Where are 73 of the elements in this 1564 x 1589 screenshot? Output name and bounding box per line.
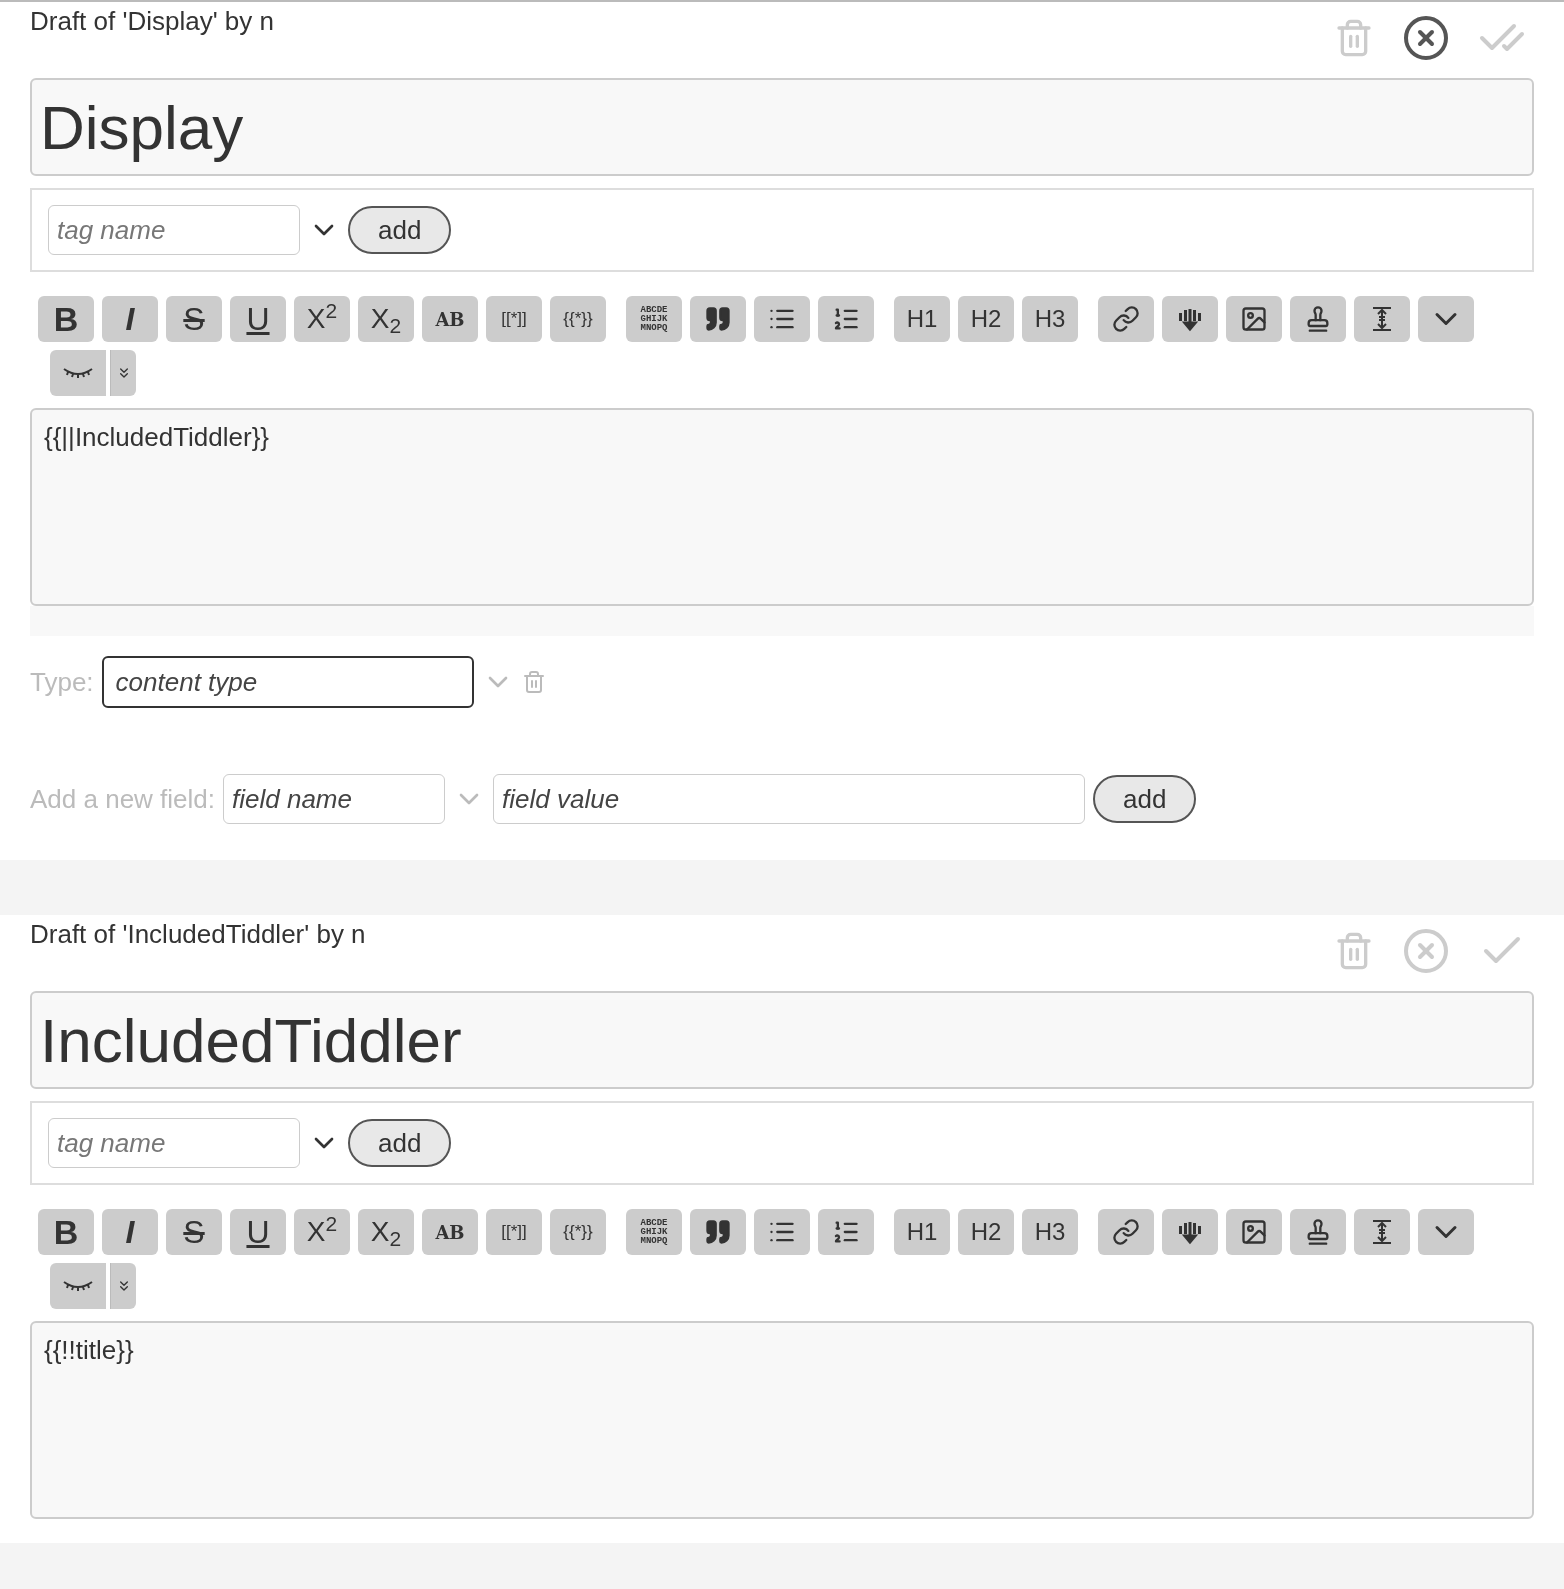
title-field[interactable]: IncludedTiddler (30, 991, 1534, 1089)
preview-button[interactable] (50, 1263, 106, 1309)
add-tag-button[interactable]: add (348, 206, 452, 254)
heading-button[interactable]: H1 (894, 1209, 950, 1255)
more-button[interactable] (1418, 296, 1474, 342)
preview-button[interactable] (50, 350, 106, 396)
heading-button[interactable]: H2 (958, 296, 1014, 342)
heading-button[interactable]: H1 (894, 296, 950, 342)
size-button[interactable] (1354, 1209, 1410, 1255)
field-name-field[interactable]: field name (223, 774, 445, 824)
quote-icon (704, 305, 732, 333)
numbered-list-button[interactable] (818, 1209, 874, 1255)
script-button[interactable]: X$_{2}$ (358, 1209, 414, 1255)
strikethrough-button[interactable]: S (166, 1209, 222, 1255)
excise-button[interactable] (1162, 296, 1218, 342)
preview-type-button[interactable] (110, 1263, 136, 1309)
preview-type-button[interactable] (110, 350, 136, 396)
text-editor[interactable]: {{!!title}} (30, 1321, 1534, 1519)
wikitext-button[interactable]: {{*}} (550, 296, 606, 342)
quote-button[interactable] (690, 1209, 746, 1255)
draft-heading: Draft of 'Display' by n (30, 6, 275, 36)
excise-button[interactable] (1162, 1209, 1218, 1255)
image-button[interactable] (1226, 296, 1282, 342)
underline-button[interactable]: U (230, 296, 286, 342)
link-button[interactable] (1098, 1209, 1154, 1255)
tag-name-field[interactable]: tag name (48, 205, 300, 255)
tag-name-field[interactable]: tag name (48, 1118, 300, 1168)
smallcaps-button[interactable]: AB (422, 296, 478, 342)
wikitext-button[interactable]: {{*}} (550, 1209, 606, 1255)
italic-button[interactable]: I (102, 1209, 158, 1255)
closed-eye-icon (62, 367, 94, 379)
link-icon (1112, 1218, 1140, 1246)
add-field-button[interactable]: add (1093, 775, 1197, 823)
wikitext-button[interactable]: [[*]] (486, 1209, 542, 1255)
add-tag-button[interactable]: add (348, 1119, 452, 1167)
numbered-list-button[interactable] (818, 296, 874, 342)
size-button[interactable] (1354, 296, 1410, 342)
smallcaps-button[interactable]: AB (422, 1209, 478, 1255)
monospace-button[interactable]: ABCDE GHIJK MNOPQ (626, 1209, 682, 1255)
italic-button[interactable]: I (102, 296, 158, 342)
script-button[interactable]: X$_{2}$ (358, 296, 414, 342)
closed-eye-icon (62, 1280, 94, 1292)
quote-button[interactable] (690, 296, 746, 342)
link-button[interactable] (1098, 296, 1154, 342)
link-icon (1112, 305, 1140, 333)
text-editor[interactable]: {{||IncludedTiddler}} (30, 408, 1534, 606)
monospace-button[interactable]: ABCDE GHIJK MNOPQ (626, 296, 682, 342)
image-icon (1240, 305, 1268, 333)
bold-button[interactable]: B (38, 1209, 94, 1255)
title-field[interactable]: Display (30, 78, 1534, 176)
quote-icon (704, 1218, 732, 1246)
script-button[interactable]: X$^{2}$ (294, 296, 350, 342)
bold-button[interactable]: B (38, 296, 94, 342)
bullet-list-button[interactable] (754, 1209, 810, 1255)
field-value-field[interactable]: field value (493, 774, 1085, 824)
close-icon[interactable] (1402, 14, 1450, 62)
heading-button[interactable]: H3 (1022, 296, 1078, 342)
bullet-list-button[interactable] (754, 296, 810, 342)
draft-heading: Draft of 'IncludedTiddler' by n (30, 919, 366, 949)
wikitext-button[interactable]: [[*]] (486, 296, 542, 342)
type-label: Type: (30, 665, 94, 699)
content-type-field[interactable]: content type (101, 656, 474, 708)
strikethrough-button[interactable]: S (166, 296, 222, 342)
image-button[interactable] (1226, 1209, 1282, 1255)
heading-button[interactable]: H2 (958, 1209, 1014, 1255)
script-button[interactable]: X$^{2}$ (294, 1209, 350, 1255)
heading-button[interactable]: H3 (1022, 1209, 1078, 1255)
stamp-button[interactable] (1290, 296, 1346, 342)
more-button[interactable] (1418, 1209, 1474, 1255)
new-field-label: Add a new field: (30, 782, 215, 816)
underline-button[interactable]: U (230, 1209, 286, 1255)
stamp-button[interactable] (1290, 1209, 1346, 1255)
image-icon (1240, 1218, 1268, 1246)
